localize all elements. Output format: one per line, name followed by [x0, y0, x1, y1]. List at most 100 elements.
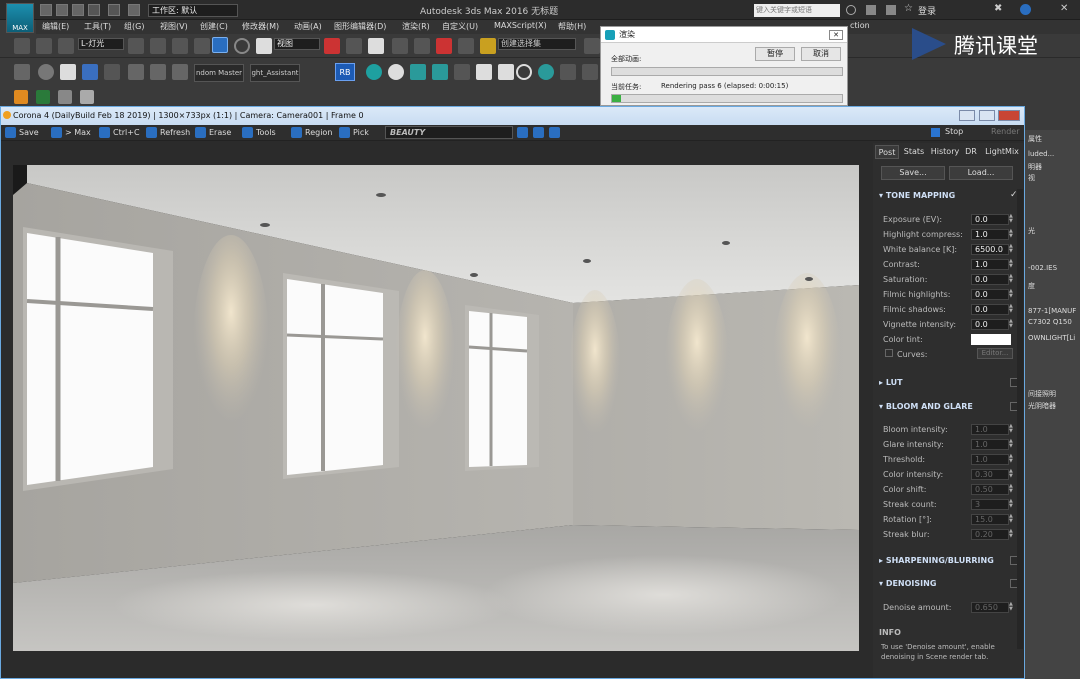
fe-icon[interactable] — [14, 90, 28, 104]
denoise-amount-spinner[interactable]: ▲ ▼ — [1009, 602, 1015, 613]
filmic-shadows-input[interactable]: 0.0 — [971, 304, 1009, 315]
saturation-input[interactable]: 0.0 — [971, 274, 1009, 285]
light-assistant-tab[interactable]: ght_Assistant — [250, 64, 300, 82]
menu-extra[interactable]: ction — [850, 21, 870, 30]
random-master-tab[interactable]: ndom Master — [194, 64, 244, 82]
streak-blur-spinner[interactable]: ▲ ▼ — [1009, 529, 1015, 540]
spot-icon[interactable] — [498, 64, 514, 80]
curves-checkbox[interactable] — [885, 349, 893, 357]
color-intensity-spinner[interactable]: ▲ ▼ — [1009, 469, 1015, 480]
threshold-input[interactable]: 1.0 — [971, 454, 1009, 465]
white-balance-spinner[interactable]: ▲ ▼ — [1009, 244, 1015, 255]
grid-icon[interactable] — [454, 64, 470, 80]
contrast-input[interactable]: 1.0 — [971, 259, 1009, 270]
filmic-highlights-input[interactable]: 0.0 — [971, 289, 1009, 300]
cone-icon[interactable] — [476, 64, 492, 80]
tab-dr[interactable]: DR — [963, 145, 979, 159]
rotate-view-icon[interactable] — [516, 64, 532, 80]
bloom-intensity-spinner[interactable]: ▲ ▼ — [1009, 424, 1015, 435]
tone-mapping-header[interactable]: ▾ TONE MAPPING — [879, 191, 955, 200]
search-icon[interactable] — [846, 5, 856, 15]
color-shift-spinner[interactable]: ▲ ▼ — [1009, 484, 1015, 495]
frame-icon[interactable] — [560, 64, 576, 80]
max-search-input[interactable]: 键入关键字或短语 — [754, 4, 840, 17]
teapot-icon[interactable] — [538, 64, 554, 80]
saturation-spinner[interactable]: ▲ ▼ — [1009, 274, 1015, 285]
pivot-icon[interactable] — [324, 38, 340, 54]
window-crossing-icon[interactable] — [194, 38, 210, 54]
zoom-in-icon[interactable] — [517, 127, 528, 138]
glare-intensity-input[interactable]: 1.0 — [971, 439, 1009, 450]
panel-scrollbar[interactable] — [1017, 189, 1023, 649]
redo-icon[interactable] — [108, 4, 120, 16]
render-button[interactable]: Render — [979, 127, 1019, 136]
pause-button[interactable]: 暂停 — [755, 47, 795, 61]
shirt-icon[interactable] — [60, 64, 76, 80]
vfb-tools-button[interactable]: Tools — [242, 127, 276, 140]
window-close-icon[interactable]: ✕ — [1060, 3, 1068, 14]
rp-item[interactable]: 间接照明 — [1028, 389, 1056, 399]
render-setup-icon[interactable] — [128, 64, 144, 80]
car-icon[interactable] — [82, 64, 98, 80]
cloth-icon[interactable] — [104, 64, 120, 80]
undo-icon[interactable] — [88, 4, 100, 16]
lut-header[interactable]: ▸ LUT — [879, 378, 903, 387]
mirror-icon[interactable] — [584, 38, 600, 54]
max-app-logo[interactable]: MAX — [6, 3, 34, 33]
denoise-amount-input[interactable]: 0.650 — [971, 602, 1009, 613]
menu-help[interactable]: 帮助(H) — [558, 21, 586, 32]
vfb-copy-button[interactable]: Ctrl+C — [99, 127, 140, 140]
percent-snap-icon[interactable] — [436, 38, 452, 54]
maximize-icon[interactable] — [979, 110, 995, 121]
exchange-icon[interactable]: ✖ — [994, 3, 1002, 14]
render-production-icon[interactable] — [172, 64, 188, 80]
menu-rendering[interactable]: 渲染(R) — [402, 21, 430, 32]
menu-graph-editors[interactable]: 图形编辑器(D) — [334, 21, 386, 32]
rb-button[interactable]: RB — [335, 63, 355, 81]
bind-space-warp-icon[interactable] — [58, 38, 74, 54]
post-load-button[interactable]: Load... — [949, 166, 1013, 180]
tab-post[interactable]: Post — [875, 145, 899, 159]
render-viewport[interactable] — [13, 165, 859, 651]
tab-stats[interactable]: Stats — [903, 145, 925, 159]
zoom-out-icon[interactable] — [533, 127, 544, 138]
color-intensity-input[interactable]: 0.30 — [971, 469, 1009, 480]
contrast-spinner[interactable]: ▲ ▼ — [1009, 259, 1015, 270]
render-channel-select[interactable]: BEAUTY — [385, 126, 513, 139]
filmic-shadows-spinner[interactable]: ▲ ▼ — [1009, 304, 1015, 315]
vfb-refresh-button[interactable]: Refresh — [146, 127, 190, 140]
move-icon[interactable] — [212, 37, 228, 53]
rp-item[interactable]: C7302 Q150 — [1028, 318, 1072, 326]
open-file-icon[interactable] — [56, 4, 68, 16]
tab-history[interactable]: History — [929, 145, 961, 159]
progress-close-button[interactable]: ✕ — [829, 30, 843, 40]
light-array2-icon[interactable] — [432, 64, 448, 80]
menu-views[interactable]: 视图(V) — [160, 21, 188, 32]
menu-group[interactable]: 组(G) — [124, 21, 144, 32]
curves-editor-button[interactable]: Editor... — [977, 348, 1013, 359]
link-icon[interactable] — [14, 38, 30, 54]
sun-icon[interactable] — [388, 64, 404, 80]
menu-modifiers[interactable]: 修改器(M) — [242, 21, 279, 32]
rp-item[interactable]: 明器 — [1028, 162, 1042, 172]
rp-item[interactable]: 度 — [1028, 281, 1035, 291]
menu-create[interactable]: 创建(C) — [200, 21, 228, 32]
bloom-glare-header[interactable]: ▾ BLOOM AND GLARE — [879, 402, 973, 411]
filmic-highlights-spinner[interactable]: ▲ ▼ — [1009, 289, 1015, 300]
named-selection-select[interactable]: 创建选择集 — [498, 38, 576, 50]
menu-edit[interactable]: 编辑(E) — [42, 21, 69, 32]
rectangular-selection-icon[interactable] — [172, 38, 188, 54]
rp-item[interactable]: 属性 — [1028, 134, 1042, 144]
new-file-icon[interactable] — [40, 4, 52, 16]
rotation-spinner[interactable]: ▲ ▼ — [1009, 514, 1015, 525]
highlight-compress-spinner[interactable]: ▲ ▼ — [1009, 229, 1015, 240]
select-manipulate-icon[interactable] — [346, 38, 362, 54]
denoising-header[interactable]: ▾ DENOISING — [879, 579, 936, 588]
exposure-spinner[interactable]: ▲ ▼ — [1009, 214, 1015, 225]
tab-lightmix[interactable]: LightMix — [983, 145, 1021, 159]
angle-snap-icon[interactable] — [414, 38, 430, 54]
rp-item[interactable]: 光阴暗器 — [1028, 401, 1056, 411]
rendered-frame-icon[interactable] — [150, 64, 166, 80]
sharpening-header[interactable]: ▸ SHARPENING/BLURRING — [879, 556, 994, 565]
save-file-icon[interactable] — [72, 4, 84, 16]
